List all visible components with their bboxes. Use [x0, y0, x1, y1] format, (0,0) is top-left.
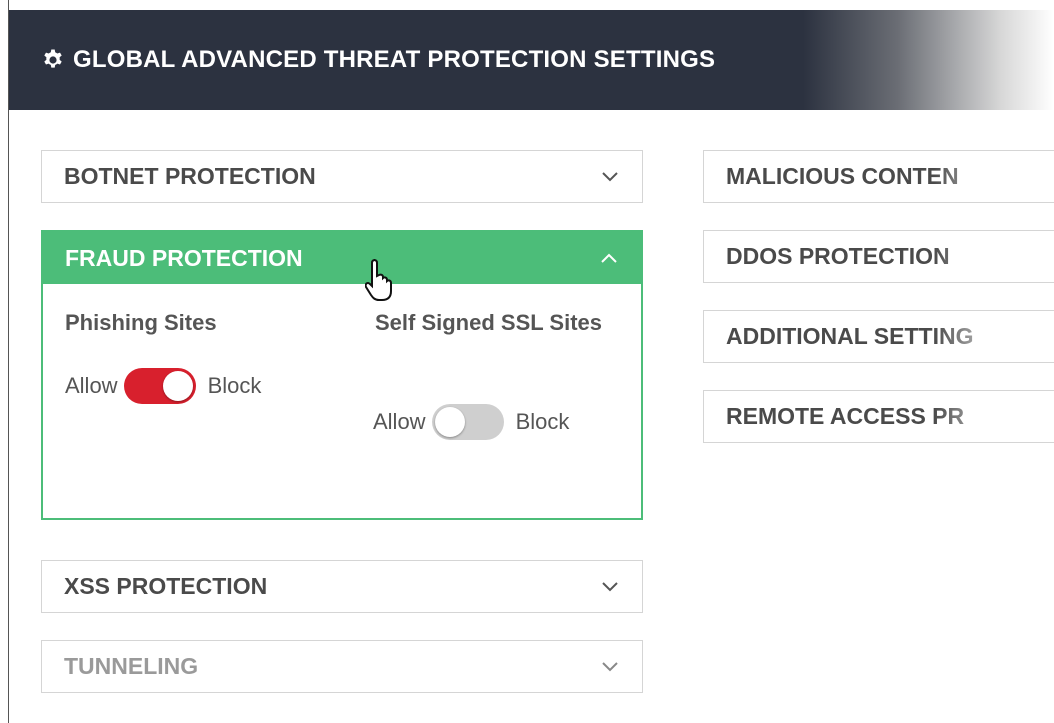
panel-botnet-protection[interactable]: BOTNET PROTECTION — [41, 150, 643, 203]
self-signed-ssl-title: Self Signed SSL Sites — [375, 310, 602, 335]
panel-title: DDOS PROTECTION — [726, 243, 950, 269]
settings-window: GLOBAL ADVANCED THREAT PROTECTION SETTIN… — [0, 0, 1054, 723]
settings-header: GLOBAL ADVANCED THREAT PROTECTION SETTIN… — [9, 10, 1054, 110]
panel-title: MALICIOUS CONTEN — [726, 163, 959, 189]
panel-title: FRAUD PROTECTION — [65, 244, 303, 271]
panel-tunneling[interactable]: TUNNELING — [41, 640, 643, 693]
panel-title: TUNNELING — [64, 653, 199, 679]
panel-remote-access-protection[interactable]: REMOTE ACCESS PR — [703, 390, 1054, 443]
panel-title: BOTNET PROTECTION — [64, 163, 316, 189]
panel-title: REMOTE ACCESS PR — [726, 403, 965, 429]
self-signed-toggle-row: Allow Block — [373, 404, 569, 440]
phishing-sites-title: Phishing Sites — [65, 310, 217, 335]
block-label: Block — [207, 373, 262, 398]
top-margin — [0, 0, 1054, 10]
gear-icon — [41, 46, 69, 74]
panel-fraud-protection: FRAUD PROTECTION Phishing Sites Allow Bl… — [41, 230, 643, 520]
page-title: GLOBAL ADVANCED THREAT PROTECTION SETTIN… — [73, 46, 716, 73]
toggle-knob — [434, 407, 465, 437]
panel-additional-settings[interactable]: ADDITIONAL SETTING — [703, 310, 1054, 363]
panel-malicious-content[interactable]: MALICIOUS CONTEN — [703, 150, 1054, 203]
self-signed-toggle[interactable] — [431, 404, 504, 440]
toggle-knob — [162, 371, 193, 401]
phishing-toggle[interactable] — [123, 368, 196, 404]
chevron-down-icon[interactable] — [602, 661, 620, 673]
hand-cursor-icon — [364, 258, 397, 307]
chevron-down-icon[interactable] — [602, 581, 620, 593]
phishing-toggle-row: Allow Block — [65, 368, 261, 404]
block-label: Block — [515, 409, 570, 434]
chevron-up-icon[interactable] — [601, 252, 619, 264]
allow-label: Allow — [373, 409, 426, 434]
panel-title: XSS PROTECTION — [64, 573, 268, 599]
fraud-panel-header[interactable]: FRAUD PROTECTION — [43, 232, 641, 284]
window-left-border — [0, 0, 9, 723]
panel-xss-protection[interactable]: XSS PROTECTION — [41, 560, 643, 613]
chevron-down-icon[interactable] — [602, 171, 620, 183]
panel-title: ADDITIONAL SETTING — [726, 323, 974, 349]
panel-ddos-protection[interactable]: DDOS PROTECTION — [703, 230, 1054, 283]
allow-label: Allow — [65, 373, 118, 398]
